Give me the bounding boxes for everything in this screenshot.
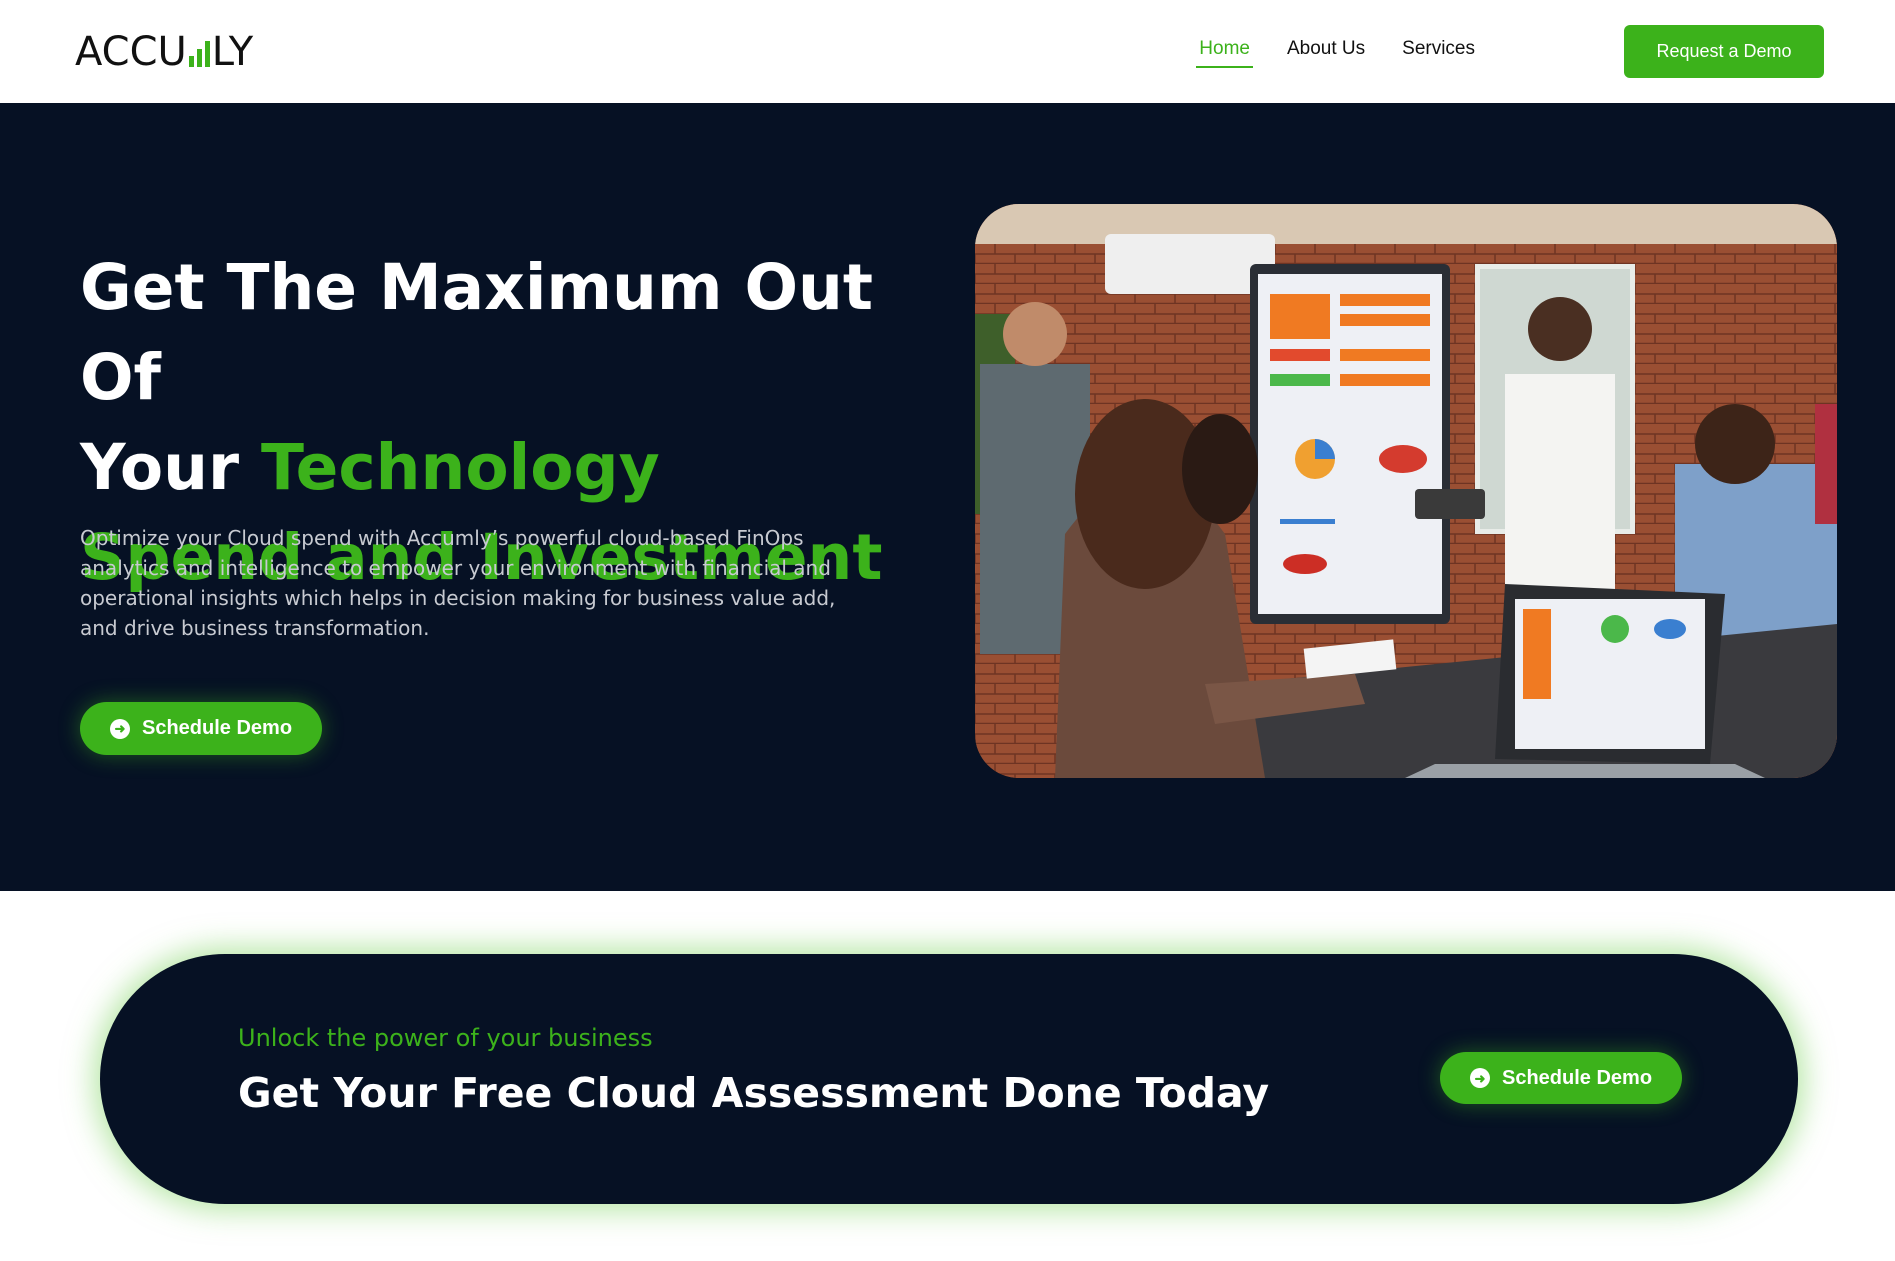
nav-home[interactable]: Home — [1196, 38, 1253, 68]
cta-kicker: Unlock the power of your business — [238, 1024, 653, 1052]
nav-about-us[interactable]: About Us — [1287, 38, 1365, 66]
hero-title-line1: Get The Maximum Out Of — [80, 251, 874, 414]
hero-team-meeting-image — [975, 204, 1837, 778]
hero-description: Optimize your Cloud spend with Accumly’s… — [80, 526, 836, 640]
accumly-logo[interactable]: ACCU LY — [75, 30, 253, 74]
meeting-illustration — [975, 204, 1837, 778]
cta-schedule-demo-button[interactable]: ➜ Schedule Demo — [1440, 1052, 1683, 1104]
hero-title-line2-white: Your — [80, 431, 261, 504]
hero-button-label: Schedule Demo — [142, 717, 293, 739]
logo-text-start: ACCU — [75, 29, 187, 75]
nav-services[interactable]: Services — [1402, 38, 1475, 66]
arrow-circle-right-icon: ➜ — [1470, 1068, 1490, 1088]
hero-title-line2-green: Technology — [260, 431, 660, 504]
cta-banner: Unlock the power of your business Get Yo… — [100, 954, 1798, 1204]
request-demo-button[interactable]: Request a Demo — [1624, 25, 1824, 78]
logo-text-end: LY — [211, 29, 254, 75]
hero-schedule-demo-button[interactable]: ➜ Schedule Demo — [80, 702, 323, 755]
hero-section: Get The Maximum Out Of Your Technology S… — [0, 103, 1895, 891]
main-nav: Home About Us Services — [1196, 38, 1475, 68]
cta-title: Get Your Free Cloud Assessment Done Toda… — [238, 1069, 1270, 1117]
logo-bars-icon — [188, 41, 210, 67]
cta-button-label: Schedule Demo — [1502, 1066, 1653, 1089]
arrow-circle-right-icon: ➜ — [110, 718, 130, 739]
site-header: ACCU LY Home About Us Services Request a… — [0, 0, 1895, 103]
